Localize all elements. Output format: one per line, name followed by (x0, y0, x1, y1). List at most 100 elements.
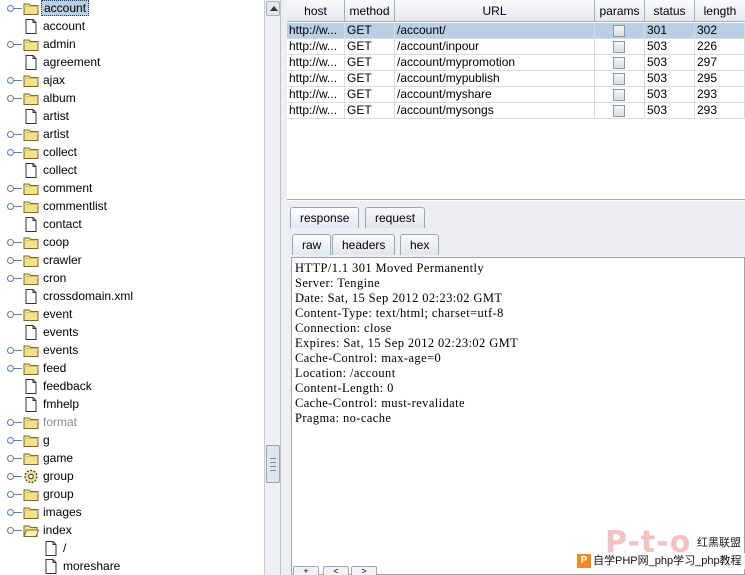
expand-toggle-icon[interactable] (7, 185, 22, 193)
file-icon (23, 55, 39, 70)
tree-item[interactable]: group (0, 486, 264, 504)
tree-item[interactable]: account (0, 18, 264, 36)
tree-item[interactable]: collect (0, 162, 264, 180)
tab-hex[interactable]: hex (400, 234, 440, 255)
tree-item[interactable]: crawler (0, 252, 264, 270)
expand-toggle-icon[interactable] (7, 491, 22, 499)
split-divider[interactable] (280, 0, 287, 575)
tree-item[interactable]: moreshare (0, 558, 264, 575)
tree-item[interactable]: crossdomain.xml (0, 288, 264, 306)
tab-request[interactable]: request (365, 207, 426, 228)
expand-toggle-icon[interactable] (7, 5, 22, 13)
tab-headers[interactable]: headers (332, 234, 396, 255)
table-row[interactable]: http://w... GET/account/301 302 (287, 23, 745, 39)
cell-host: http://w... (287, 23, 345, 39)
tree-item[interactable]: format (0, 414, 264, 432)
tree-item[interactable]: game (0, 450, 264, 468)
tree-item[interactable]: group (0, 468, 264, 486)
tab-response[interactable]: response (290, 207, 360, 228)
tree-item[interactable]: account (0, 0, 264, 18)
tree-item[interactable]: event (0, 306, 264, 324)
table-row[interactable]: http://w... GET/account/mypromotion 503 297 (287, 55, 745, 71)
expand-toggle-icon[interactable] (7, 455, 22, 463)
expand-toggle-icon[interactable] (7, 275, 22, 283)
expand-toggle-icon[interactable] (7, 77, 22, 85)
expand-toggle-icon[interactable] (7, 509, 22, 517)
expand-toggle-icon[interactable] (7, 347, 22, 355)
tree-item[interactable]: artist (0, 108, 264, 126)
tree-scrollbar[interactable] (264, 0, 280, 575)
table-row[interactable]: http://w... GET/account/inpour 503 226 (287, 39, 745, 55)
tree-item[interactable]: events (0, 324, 264, 342)
expand-toggle-icon[interactable] (7, 239, 22, 247)
tree-item[interactable]: agreement (0, 54, 264, 72)
folder-icon (23, 415, 39, 430)
tree-item[interactable]: index (0, 522, 264, 540)
next-button[interactable]: > (351, 566, 377, 575)
expand-toggle-icon[interactable] (7, 95, 22, 103)
expand-toggle-icon[interactable] (7, 149, 22, 157)
params-checkbox[interactable] (613, 73, 625, 85)
column-header-host[interactable]: host (287, 0, 345, 22)
params-checkbox[interactable] (613, 105, 625, 117)
cell-length: 297 (695, 55, 745, 71)
params-checkbox[interactable] (613, 89, 625, 101)
table-row[interactable]: http://w... GET/account/mysongs 503 293 (287, 103, 745, 119)
tree-item[interactable]: collect (0, 144, 264, 162)
tree-item[interactable]: g (0, 432, 264, 450)
tree-item[interactable]: comment (0, 180, 264, 198)
expand-toggle-icon[interactable] (7, 131, 22, 139)
tree-item[interactable]: artist (0, 126, 264, 144)
expand-toggle-icon[interactable] (7, 41, 22, 49)
cell-url: /account/ (395, 23, 595, 39)
params-checkbox[interactable] (613, 25, 625, 37)
expand-toggle-icon[interactable] (7, 365, 22, 373)
tree-item[interactable]: feedback (0, 378, 264, 396)
tree-item[interactable]: / (0, 540, 264, 558)
table-row[interactable]: http://w... GET/account/mypublish 503 295 (287, 71, 745, 87)
tree-item[interactable]: cron (0, 270, 264, 288)
tree-item[interactable]: images (0, 504, 264, 522)
expand-toggle-icon[interactable] (7, 311, 22, 319)
scroll-up-button[interactable] (266, 1, 280, 16)
params-checkbox[interactable] (613, 57, 625, 69)
column-header-length[interactable]: length (695, 0, 745, 22)
tree-item[interactable]: ajax (0, 72, 264, 90)
tree-item[interactable]: album (0, 90, 264, 108)
tree-item-label: cron (43, 271, 67, 285)
params-checkbox-cell (595, 39, 645, 55)
scroll-thumb[interactable] (266, 445, 280, 483)
cell-method: GET (345, 71, 395, 87)
tab-raw[interactable]: raw (292, 234, 332, 255)
previous-button[interactable]: < (323, 566, 349, 575)
tree-item[interactable]: commentlist (0, 198, 264, 216)
tree-item-label: events (43, 325, 79, 339)
column-header-status[interactable]: status (645, 0, 695, 22)
expand-toggle-icon[interactable] (7, 437, 22, 445)
cell-length: 293 (695, 87, 745, 103)
cell-length: 226 (695, 39, 745, 55)
table-row[interactable]: http://w... GET/account/myshare 503 293 (287, 87, 745, 103)
expand-toggle-icon[interactable] (7, 203, 22, 211)
tree-item[interactable]: coop (0, 234, 264, 252)
folder-icon (23, 505, 39, 520)
tree-item-label: group (43, 487, 74, 501)
folder-icon (23, 253, 39, 268)
response-line: Connection: close (295, 321, 392, 335)
params-checkbox[interactable] (613, 41, 625, 53)
cell-length: 293 (695, 103, 745, 119)
expand-toggle-icon[interactable] (7, 473, 22, 481)
tree-item[interactable]: events (0, 342, 264, 360)
column-header-method[interactable]: method (345, 0, 395, 22)
tree-item[interactable]: feed (0, 360, 264, 378)
column-header-params[interactable]: params (595, 0, 645, 22)
tree-item[interactable]: fmhelp (0, 396, 264, 414)
help-button[interactable]: + (293, 566, 319, 575)
tree-item-label: agreement (43, 55, 101, 69)
tree-item[interactable]: admin (0, 36, 264, 54)
expand-toggle-icon[interactable] (7, 257, 22, 265)
expand-toggle-icon[interactable] (7, 527, 22, 535)
tree-item[interactable]: contact (0, 216, 264, 234)
expand-toggle-icon[interactable] (7, 419, 22, 427)
column-header-url[interactable]: URL (395, 0, 595, 22)
